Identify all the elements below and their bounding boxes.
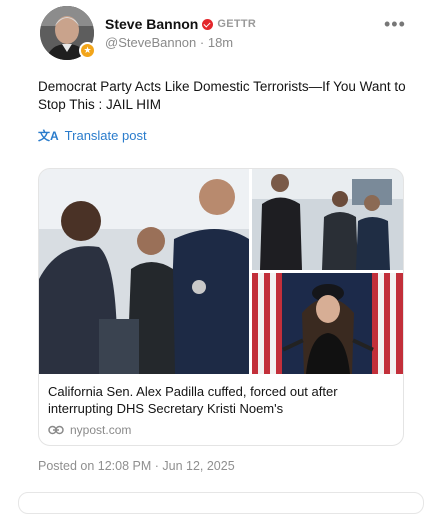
article-title: California Sen. Alex Padilla cuffed, for… — [48, 384, 338, 416]
translate-post-button[interactable]: 文A Translate post — [38, 127, 147, 144]
verified-icon — [202, 18, 214, 30]
post-timestamp: Posted on 12:08 PM · Jun 12, 2025 — [38, 459, 235, 473]
more-options-icon[interactable]: ••• — [384, 14, 406, 35]
article-image-main — [39, 169, 249, 374]
author-display-name[interactable]: Steve Bannon — [105, 16, 198, 32]
influencer-badge-icon: ★ — [79, 42, 96, 59]
reply-bar[interactable] — [18, 492, 424, 514]
article-image-bottom — [252, 273, 403, 374]
link-preview-card[interactable]: California Sen. Alex Padilla cuffed, for… — [38, 168, 404, 446]
post-time-ago: 18m — [207, 35, 234, 50]
author-handle-row: @SteveBannon · 18m — [105, 35, 233, 50]
author-handle[interactable]: @SteveBannon — [105, 35, 196, 50]
link-icon — [48, 425, 64, 435]
article-source: nypost.com — [48, 423, 131, 437]
post-text: Democrat Party Acts Like Domestic Terror… — [38, 79, 406, 112]
translate-icon: 文A — [38, 129, 59, 143]
author-name-row: Steve Bannon GETTR — [105, 16, 256, 32]
article-domain: nypost.com — [70, 423, 132, 437]
article-image-top — [252, 169, 403, 270]
translate-post-label: Translate post — [64, 128, 147, 143]
platform-tag: GETTR — [217, 18, 257, 30]
separator-dot: · — [199, 35, 208, 50]
